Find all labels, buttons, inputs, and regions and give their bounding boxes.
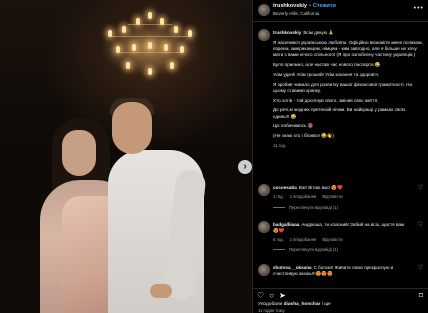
commenter-avatar[interactable]: [258, 184, 270, 196]
comment-text: shutova__oksana С богом!! Живите свою пре…: [273, 265, 411, 277]
hand: [150, 284, 172, 298]
commenter-avatar[interactable]: [258, 264, 270, 276]
post-caption: trushkovskiy Всім дякую 🙏 Я насичився укр…: [273, 30, 423, 149]
comment-body: Ваї! Вітаю вас! 😍❤️: [298, 185, 343, 190]
author-avatar[interactable]: [258, 4, 270, 16]
comment-like-icon[interactable]: ♡: [418, 221, 423, 228]
caption-paragraph: Я зробив чимало для розвитку вашої фінан…: [273, 81, 412, 93]
comment-meta: 1 год. 1 вподобання Відповісти: [273, 194, 349, 199]
woman-face: [62, 130, 96, 176]
post-timestamp: 11 годин тому: [258, 308, 285, 313]
man-face: [112, 102, 152, 154]
caption-paragraph: Усім удачі! Усім грошей! Усім кохання та…: [273, 71, 379, 77]
view-replies-button[interactable]: Переглянути відповіді (1): [273, 205, 338, 210]
view-replies-button[interactable]: Переглянути відповіді (1): [273, 247, 338, 252]
comment-like-icon[interactable]: ♡: [418, 184, 423, 191]
share-icon[interactable]: ➤: [279, 291, 286, 300]
comment-like-icon[interactable]: ♡: [418, 264, 423, 271]
caption-username[interactable]: trushkovskiy: [273, 30, 301, 35]
comment-icon[interactable]: ○: [269, 291, 274, 300]
reply-button[interactable]: Відповісти: [322, 194, 342, 199]
bookmark-icon[interactable]: ⌑: [419, 291, 423, 300]
follow-button[interactable]: Стежити: [313, 3, 336, 9]
post-footer: ♡ ○ ➤ ⌑ Уподобали diasha_honchar і ще 11 г…: [253, 288, 428, 313]
commenter-avatar[interactable]: [258, 221, 270, 233]
next-slide-icon[interactable]: ›: [238, 160, 252, 174]
comments-scroll-area[interactable]: trushkovskiy Всім дякую 🙏 Я насичився укр…: [253, 23, 428, 288]
comment-text: badgalliiaaa Андрюша, ти класний! Забий н…: [273, 222, 411, 234]
commenter-username[interactable]: badgalliiaaa: [273, 222, 299, 227]
view-replies-label: Переглянути відповіді (1): [289, 205, 338, 210]
post-header: trushkovskiy • Стежити Beverly Hills, Cali…: [253, 0, 428, 22]
liked-prefix: Уподобали: [258, 302, 283, 307]
header-user-line: trushkovskiy • Стежити: [273, 3, 336, 9]
caption-paragraph: Ціє побачимось 🔞: [273, 123, 314, 129]
caption-paragraph: (Не знаю хто і бісився 😂👋): [273, 133, 334, 139]
more-options-icon[interactable]: •••: [414, 5, 424, 12]
chandelier-image: [102, 6, 198, 86]
commenter-username[interactable]: cocoesatia: [273, 185, 297, 190]
comment-likes[interactable]: 1 вподобання: [290, 194, 317, 199]
caption-first-line: Всім дякую 🙏: [303, 30, 335, 35]
author-username[interactable]: trushkovskiy: [273, 3, 307, 9]
caption-timestamp: 11 год.: [273, 142, 287, 148]
action-bar: ♡ ○ ➤: [257, 291, 291, 300]
liked-by-username[interactable]: diasha_honchar: [284, 302, 321, 307]
comment-meta: 6 год. 1 вподобання Відповісти: [273, 237, 349, 242]
post-side-panel: trushkovskiy • Стежити Beverly Hills, Cali…: [252, 0, 428, 313]
separator: •: [308, 3, 311, 9]
liked-suffix[interactable]: і ще: [322, 302, 331, 307]
post-photo[interactable]: ›: [0, 0, 252, 313]
liked-by-line: Уподобали diasha_honchar і ще: [258, 302, 331, 307]
caption-paragraph: Я насичився українською любов'ю. Офіційн…: [273, 39, 423, 58]
caption-avatar[interactable]: [258, 29, 270, 41]
caption-paragraph: Було приємно, але настав час нового пасп…: [273, 62, 381, 67]
comment-likes[interactable]: 1 вподобання: [290, 237, 317, 242]
post-location[interactable]: Beverly Hills, California: [273, 11, 319, 16]
comment-time: 1 год.: [273, 194, 284, 199]
commenter-username[interactable]: shutova__oksana: [273, 265, 312, 270]
view-replies-label: Переглянути відповіді (1): [289, 247, 338, 252]
comment-text: cocoesatia Ваї! Вітаю вас! 😍❤️: [273, 185, 411, 191]
comment-time: 6 год.: [273, 237, 284, 242]
caption-paragraph: Хто хотів - той досягнув свого, змінив с…: [273, 97, 379, 103]
like-heart-icon[interactable]: ♡: [257, 291, 264, 300]
caption-paragraph: До речі,м жодних претензій нічим. Ви най…: [273, 107, 406, 119]
reply-button[interactable]: Відповісти: [322, 237, 342, 242]
